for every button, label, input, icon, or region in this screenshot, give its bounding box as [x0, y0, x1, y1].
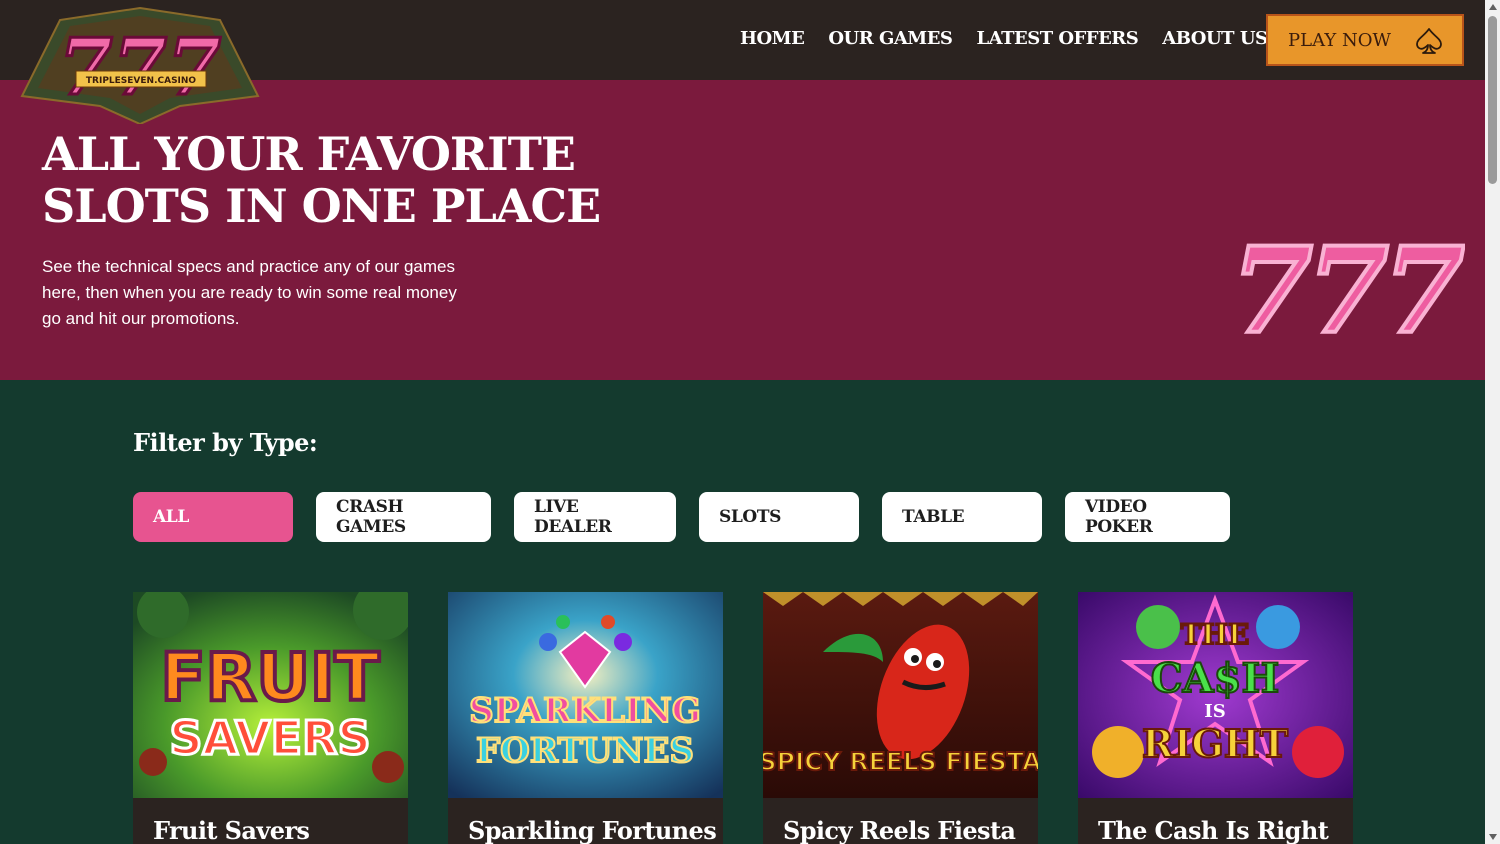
game-thumbnail: THE CA$H IS RIGHT — [1078, 592, 1353, 798]
svg-text:THE: THE — [1181, 618, 1250, 651]
game-card[interactable]: THE CA$H IS RIGHT The Cash Is Right — [1078, 592, 1353, 844]
logo-text: TRIPLESEVEN.CASINO — [86, 76, 197, 86]
game-title: Sparkling Fortunes — [468, 816, 717, 844]
game-grid: FRUIT SAVERS Fruit Savers SPARKLING FORT… — [133, 580, 1353, 844]
game-thumbnail: FRUIT SAVERS — [133, 580, 413, 798]
filter-crash-games-button[interactable]: CRASH GAMES — [316, 492, 491, 542]
hero-777-graphic: 777 — [1229, 232, 1465, 350]
scroll-down-icon[interactable] — [1489, 834, 1497, 840]
main-nav: HOME OUR GAMES LATEST OFFERS ABOUT US — [740, 28, 1268, 49]
svg-text:SAVERS: SAVERS — [169, 711, 370, 765]
hero-description: See the technical specs and practice any… — [42, 257, 457, 328]
spade-icon — [1416, 28, 1442, 54]
page-scrollbar[interactable] — [1485, 0, 1500, 844]
svg-text:FORTUNES: FORTUNES — [476, 731, 694, 771]
game-title: Fruit Savers — [153, 816, 310, 844]
svg-text:777: 777 — [1231, 232, 1464, 350]
svg-text:777: 777 — [59, 22, 222, 113]
filter-video-poker-button[interactable]: VIDEO POKER — [1065, 492, 1230, 542]
game-title: Spicy Reels Fiesta — [783, 816, 1016, 844]
filter-title: Filter by Type: — [133, 428, 318, 457]
nav-latest-offers-link[interactable]: LATEST OFFERS — [976, 28, 1138, 49]
play-now-button[interactable]: PLAY NOW — [1266, 14, 1464, 66]
filter-table-button[interactable]: TABLE — [882, 492, 1042, 542]
filter-all-button[interactable]: ALL — [133, 492, 293, 542]
site-logo[interactable]: 777 TRIPLESEVEN.CASINO — [20, 6, 260, 124]
scroll-up-icon[interactable] — [1489, 4, 1497, 10]
svg-text:CA$H: CA$H — [1151, 655, 1280, 702]
hero-title: ALL YOUR FAVORITE SLOTS IN ONE PLACE — [42, 127, 601, 233]
nav-home-link[interactable]: HOME — [740, 28, 805, 49]
scroll-thumb[interactable] — [1488, 16, 1497, 184]
game-card[interactable]: SPICY REELS FIESTA Spicy Reels Fiesta — [758, 592, 1043, 844]
svg-text:SPICY REELS FIESTA: SPICY REELS FIESTA — [763, 747, 1038, 776]
svg-text:RIGHT: RIGHT — [1142, 721, 1288, 766]
nav-about-us-link[interactable]: ABOUT US — [1162, 28, 1268, 49]
svg-text:FRUIT: FRUIT — [160, 639, 379, 716]
nav-our-games-link[interactable]: OUR GAMES — [828, 28, 953, 49]
game-thumbnail: SPARKLING FORTUNES — [448, 592, 723, 798]
svg-text:IS: IS — [1204, 701, 1225, 722]
filter-buttons: ALL CRASH GAMES LIVE DEALER SLOTS TABLE … — [133, 492, 1230, 542]
game-thumbnail: SPICY REELS FIESTA — [758, 592, 1043, 798]
game-title: The Cash Is Right — [1098, 816, 1329, 844]
filter-live-dealer-button[interactable]: LIVE DEALER — [514, 492, 676, 542]
game-card[interactable]: SPARKLING FORTUNES Sparkling Fortunes — [448, 592, 723, 844]
svg-text:SPARKLING: SPARKLING — [469, 691, 701, 731]
play-now-label: PLAY NOW — [1288, 29, 1391, 51]
game-card[interactable]: FRUIT SAVERS Fruit Savers — [133, 580, 413, 844]
filter-slots-button[interactable]: SLOTS — [699, 492, 859, 542]
